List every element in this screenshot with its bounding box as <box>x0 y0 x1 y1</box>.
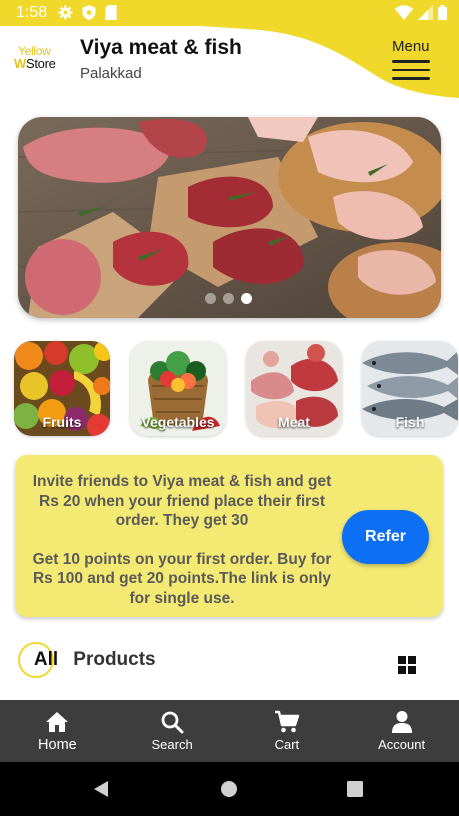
grid-view-icon[interactable] <box>398 656 416 674</box>
category-label: Fruits <box>42 414 82 430</box>
status-bar: 1:58 <box>0 0 459 26</box>
sd-card-icon <box>105 5 117 20</box>
yellow-store-logo: Yellow WStore <box>14 44 66 71</box>
nav-home[interactable]: Home <box>0 700 115 762</box>
system-navigation-bar <box>0 762 459 816</box>
all-label: All <box>33 649 59 670</box>
category-vegetables[interactable]: Vegetables <box>130 341 226 436</box>
category-fruits[interactable]: Fruits <box>14 341 110 436</box>
referral-text: Invite friends to Viya meat & fish and g… <box>27 472 337 608</box>
status-time: 1:58 <box>16 4 48 21</box>
nav-home-label: Home <box>38 737 77 753</box>
category-label: Fish <box>395 414 425 430</box>
category-meat[interactable]: Meat <box>246 341 342 436</box>
carousel-dot-active[interactable] <box>241 293 252 304</box>
all-products-heading: All Products <box>18 641 156 679</box>
carousel-indicators <box>205 293 252 304</box>
products-label: Products <box>68 649 156 670</box>
bottom-navigation: Home Search Cart Account <box>0 700 459 762</box>
status-icons-left <box>58 5 117 20</box>
search-icon <box>160 709 184 735</box>
nav-search-label: Search <box>151 737 193 752</box>
referral-invite-text: Invite friends to Viya meat & fish and g… <box>32 473 332 529</box>
signal-icon <box>418 5 433 20</box>
referral-card: Invite friends to Viya meat & fish and g… <box>15 455 443 617</box>
gear-icon <box>58 5 73 20</box>
store-location: Palakkad <box>80 65 142 82</box>
meat-banner-image <box>18 117 441 318</box>
logo-store-text: Store <box>25 56 56 71</box>
status-icons-right <box>395 5 447 20</box>
all-products-badge: All <box>18 642 58 678</box>
battery-icon <box>438 5 447 20</box>
home-circle-icon[interactable] <box>220 780 238 798</box>
cart-icon <box>274 709 300 735</box>
carousel-dot[interactable] <box>223 293 234 304</box>
nav-account-label: Account <box>378 737 426 752</box>
category-label: Meat <box>278 414 310 430</box>
refer-button[interactable]: Refer <box>342 510 429 564</box>
nav-cart[interactable]: Cart <box>230 700 345 762</box>
menu-button[interactable]: Menu <box>388 38 436 82</box>
nav-search[interactable]: Search <box>115 700 230 762</box>
back-icon[interactable] <box>92 780 110 798</box>
category-label: Vegetables <box>141 414 215 430</box>
home-icon <box>45 709 69 735</box>
menu-label: Menu <box>392 38 430 55</box>
wifi-icon <box>395 5 413 20</box>
category-fish[interactable]: Fish <box>362 341 458 436</box>
hamburger-icon <box>392 60 430 86</box>
referral-points-text: Get 10 points on your first order. Buy f… <box>32 550 332 607</box>
nav-account[interactable]: Account <box>344 700 459 762</box>
account-icon <box>390 709 414 735</box>
store-name: Viya meat & fish <box>80 36 242 59</box>
recents-icon[interactable] <box>347 781 363 797</box>
logo-bottom-text: WStore <box>14 56 56 71</box>
shield-icon <box>82 5 96 20</box>
promo-banner-carousel[interactable] <box>18 117 441 318</box>
carousel-dot[interactable] <box>205 293 216 304</box>
nav-cart-label: Cart <box>274 737 300 752</box>
